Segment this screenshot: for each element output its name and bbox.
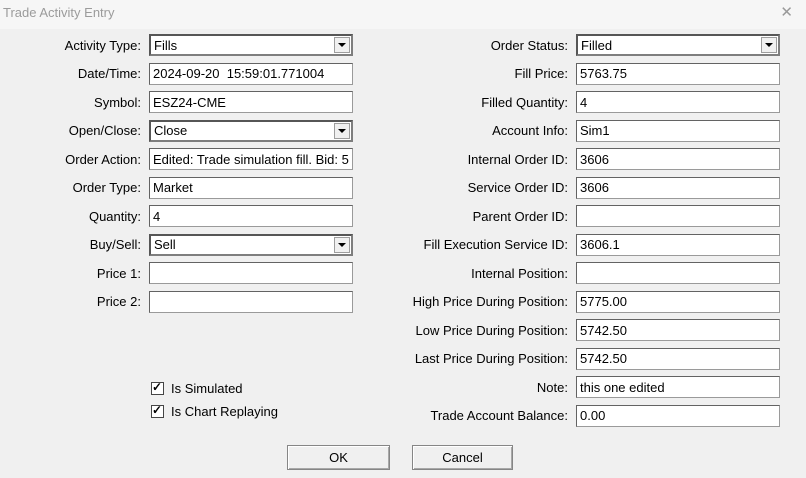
check-icon: ✓ bbox=[152, 403, 163, 417]
internal-order-id-label: Internal Order ID: bbox=[467, 151, 568, 167]
field-row-fill-price: Fill Price: bbox=[400, 62, 780, 85]
field-row-filled-quantity: Filled Quantity: bbox=[400, 91, 780, 113]
date-time-input[interactable] bbox=[149, 62, 353, 85]
right-column: Order Status: Filled Fill Price: Filled … bbox=[400, 34, 780, 433]
is-simulated-checkbox[interactable]: ✓ Is Simulated bbox=[151, 380, 243, 396]
field-row-note: Note: bbox=[400, 376, 780, 398]
is-simulated-label: Is Simulated bbox=[171, 381, 243, 396]
checkbox-checked-icon[interactable]: ✓ bbox=[151, 403, 164, 418]
ok-button[interactable]: OK bbox=[287, 445, 390, 470]
order-status-label: Order Status: bbox=[490, 37, 568, 53]
checkbox-checked-icon[interactable]: ✓ bbox=[151, 380, 164, 395]
note-input[interactable] bbox=[576, 376, 780, 398]
symbol-input[interactable] bbox=[149, 91, 353, 113]
window-title: Trade Activity Entry bbox=[3, 5, 115, 20]
field-row-order-action: Order Action: bbox=[0, 148, 353, 170]
price-2-label: Price 2: bbox=[96, 294, 141, 309]
parent-order-id-label: Parent Order ID: bbox=[472, 208, 568, 224]
quantity-input[interactable] bbox=[149, 205, 353, 227]
chevron-down-icon[interactable] bbox=[334, 236, 350, 253]
chevron-down-icon[interactable] bbox=[334, 122, 350, 139]
date-time-label: Date/Time: bbox=[77, 66, 141, 81]
field-row-account-info: Account Info: bbox=[400, 119, 780, 142]
field-row-activity-type: Activity Type: Fills bbox=[0, 34, 353, 56]
price-1-input[interactable] bbox=[149, 262, 353, 284]
buy-sell-label: Buy/Sell: bbox=[89, 237, 141, 252]
titlebar: Trade Activity Entry ✕ bbox=[0, 0, 806, 29]
fill-price-input[interactable] bbox=[576, 62, 780, 85]
activity-type-label: Activity Type: bbox=[64, 37, 141, 53]
service-order-id-label: Service Order ID: bbox=[467, 180, 568, 195]
combobox-value: Fills bbox=[154, 37, 178, 53]
left-column: Activity Type: Fills Date/Time: Symbol: … bbox=[0, 34, 353, 319]
chevron-down-icon[interactable] bbox=[334, 37, 350, 53]
account-info-input[interactable] bbox=[576, 119, 780, 142]
filled-quantity-input[interactable] bbox=[576, 91, 780, 113]
field-row-symbol: Symbol: bbox=[0, 91, 353, 113]
field-row-date-time: Date/Time: bbox=[0, 62, 353, 85]
symbol-label: Symbol: bbox=[94, 94, 141, 110]
field-row-price-1: Price 1: bbox=[0, 262, 353, 284]
fill-price-label: Fill Price: bbox=[514, 66, 568, 81]
cancel-button[interactable]: Cancel bbox=[412, 445, 513, 470]
field-row-high-price-during-position: High Price During Position: bbox=[400, 290, 780, 313]
quantity-label: Quantity: bbox=[88, 208, 141, 224]
is-chart-replaying-label: Is Chart Replaying bbox=[171, 404, 278, 419]
field-row-parent-order-id: Parent Order ID: bbox=[400, 205, 780, 227]
fill-execution-service-id-label: Fill Execution Service ID: bbox=[423, 237, 569, 252]
low-price-during-position-label: Low Price During Position: bbox=[415, 322, 568, 338]
field-row-internal-order-id: Internal Order ID: bbox=[400, 148, 780, 170]
trade-activity-entry-dialog: Trade Activity Entry ✕ Activity Type: Fi… bbox=[0, 0, 806, 478]
order-action-label: Order Action: bbox=[65, 151, 141, 167]
field-row-trade-account-balance: Trade Account Balance: bbox=[400, 404, 780, 427]
internal-order-id-input[interactable] bbox=[576, 148, 780, 170]
high-price-during-position-input[interactable] bbox=[576, 290, 780, 313]
field-row-internal-position: Internal Position: bbox=[400, 262, 780, 284]
field-row-quantity: Quantity: bbox=[0, 205, 353, 227]
field-row-buy-sell: Buy/Sell: Sell bbox=[0, 233, 353, 256]
order-status-combobox[interactable]: Filled bbox=[576, 34, 780, 56]
check-icon: ✓ bbox=[152, 380, 163, 394]
note-label: Note: bbox=[536, 379, 568, 395]
open-close-label: Open/Close: bbox=[68, 123, 141, 138]
high-price-during-position-label: High Price During Position: bbox=[412, 294, 568, 309]
internal-position-input[interactable] bbox=[576, 262, 780, 284]
combobox-value: Close bbox=[154, 123, 188, 138]
order-action-input[interactable] bbox=[149, 148, 353, 170]
field-row-fill-execution-service-id: Fill Execution Service ID: bbox=[400, 233, 780, 256]
filled-quantity-label: Filled Quantity: bbox=[481, 94, 568, 110]
order-type-label: Order Type: bbox=[72, 180, 141, 195]
activity-type-combobox[interactable]: Fills bbox=[149, 34, 353, 56]
field-row-open-close: Open/Close: Close bbox=[0, 119, 353, 142]
low-price-during-position-input[interactable] bbox=[576, 319, 780, 341]
field-row-order-type: Order Type: bbox=[0, 176, 353, 199]
buy-sell-combobox[interactable]: Sell bbox=[149, 233, 353, 256]
account-info-label: Account Info: bbox=[492, 123, 568, 138]
internal-position-label: Internal Position: bbox=[471, 265, 568, 281]
last-price-during-position-input[interactable] bbox=[576, 347, 780, 370]
open-close-combobox[interactable]: Close bbox=[149, 119, 353, 142]
combobox-value: Filled bbox=[581, 37, 613, 53]
trade-account-balance-label: Trade Account Balance: bbox=[430, 408, 568, 423]
last-price-during-position-label: Last Price During Position: bbox=[414, 351, 568, 366]
field-row-low-price-during-position: Low Price During Position: bbox=[400, 319, 780, 341]
field-row-order-status: Order Status: Filled bbox=[400, 34, 780, 56]
is-chart-replaying-checkbox[interactable]: ✓ Is Chart Replaying bbox=[151, 403, 278, 419]
price-1-label: Price 1: bbox=[96, 265, 141, 281]
field-row-service-order-id: Service Order ID: bbox=[400, 176, 780, 199]
trade-account-balance-input[interactable] bbox=[576, 404, 780, 427]
chevron-down-icon[interactable] bbox=[761, 37, 777, 53]
close-icon[interactable]: ✕ bbox=[780, 4, 793, 21]
price-2-input[interactable] bbox=[149, 290, 353, 313]
field-row-last-price-during-position: Last Price During Position: bbox=[400, 347, 780, 370]
field-row-price-2: Price 2: bbox=[0, 290, 353, 313]
combobox-value: Sell bbox=[154, 237, 176, 252]
service-order-id-input[interactable] bbox=[576, 176, 780, 199]
order-type-input[interactable] bbox=[149, 176, 353, 199]
fill-execution-service-id-input[interactable] bbox=[576, 233, 780, 256]
parent-order-id-input[interactable] bbox=[576, 205, 780, 227]
